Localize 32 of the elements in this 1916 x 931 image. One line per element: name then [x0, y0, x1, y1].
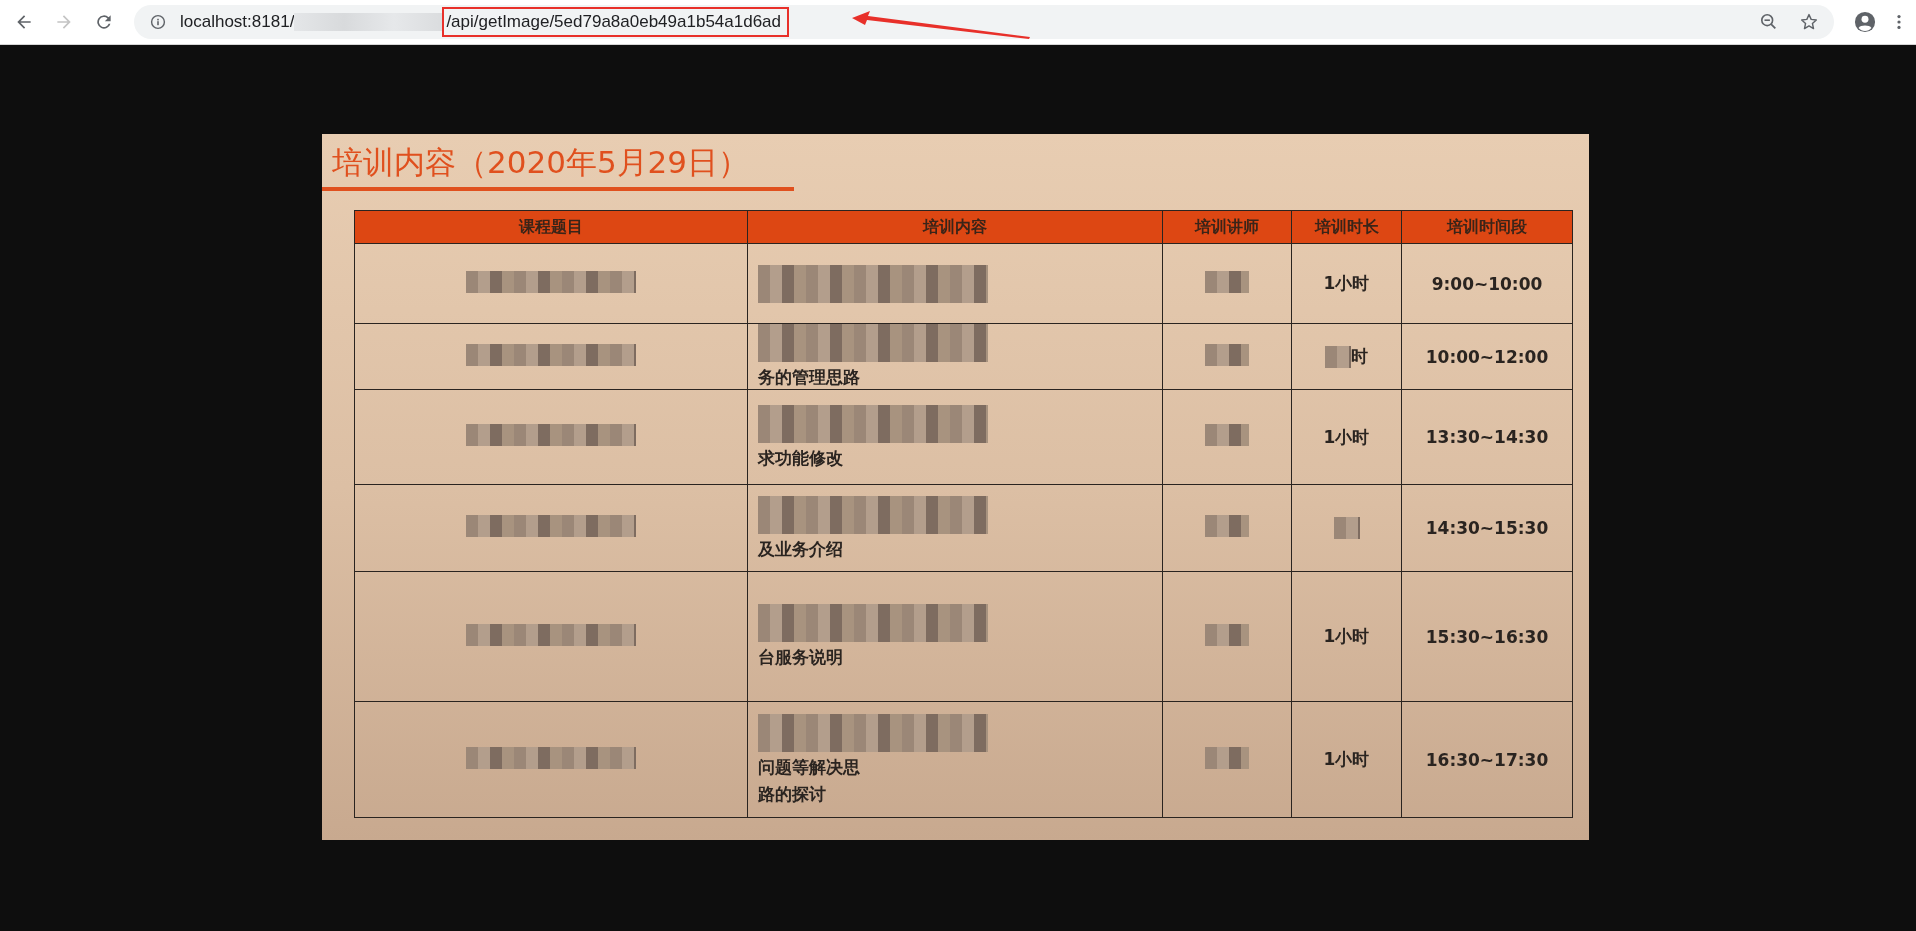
info-icon[interactable]: [150, 14, 166, 30]
star-icon[interactable]: [1800, 13, 1818, 31]
column-header: 培训内容: [747, 210, 1163, 244]
table-cell: 13:30~14:30: [1425, 427, 1549, 447]
avatar-icon[interactable]: [1854, 11, 1876, 33]
table-cell: 16:30~17:30: [1425, 749, 1549, 770]
zoom-out-icon[interactable]: [1760, 13, 1778, 31]
table-cell: 10:00~12:00: [1425, 346, 1549, 367]
table-cell: 台服务说明: [758, 646, 843, 669]
table-cell: 求功能修改: [758, 446, 843, 470]
slide-title: 培训内容（2020年5月29日）: [322, 142, 794, 191]
url-host: localhost:8181/: [180, 12, 295, 32]
table-cell: 1小时: [1323, 272, 1370, 295]
url-path: /api/getImage/5ed79a8a0eb49a1b54a1d6ad: [444, 9, 788, 35]
table-cell: 1小时: [1323, 625, 1370, 648]
column-header: 培训时间段: [1401, 210, 1573, 244]
table-cell: 及业务介绍: [758, 537, 843, 561]
column-header: 培训时长: [1291, 210, 1402, 244]
menu-icon[interactable]: [1896, 13, 1902, 31]
table-cell: 15:30~16:30: [1425, 626, 1549, 647]
address-bar[interactable]: localhost:8181/ /api/getImage/5ed79a8a0eb49a1b54a1d6ad: [134, 5, 1834, 39]
column-header: 培训讲师: [1162, 210, 1292, 244]
table-cell: 时: [1351, 345, 1368, 368]
reload-icon[interactable]: [94, 12, 114, 32]
table-cell: 9:00~10:00: [1431, 273, 1543, 294]
table-cell: 务的管理思路: [758, 366, 860, 389]
column-header: 课程题目: [354, 210, 748, 244]
table-cell: 14:30~15:30: [1425, 518, 1549, 538]
table-cell: 1小时: [1323, 425, 1370, 449]
table-cell: 1小时: [1323, 748, 1370, 771]
table-cell: 问题等解决思: [758, 755, 860, 779]
table-cell: 路的探讨: [758, 782, 826, 806]
